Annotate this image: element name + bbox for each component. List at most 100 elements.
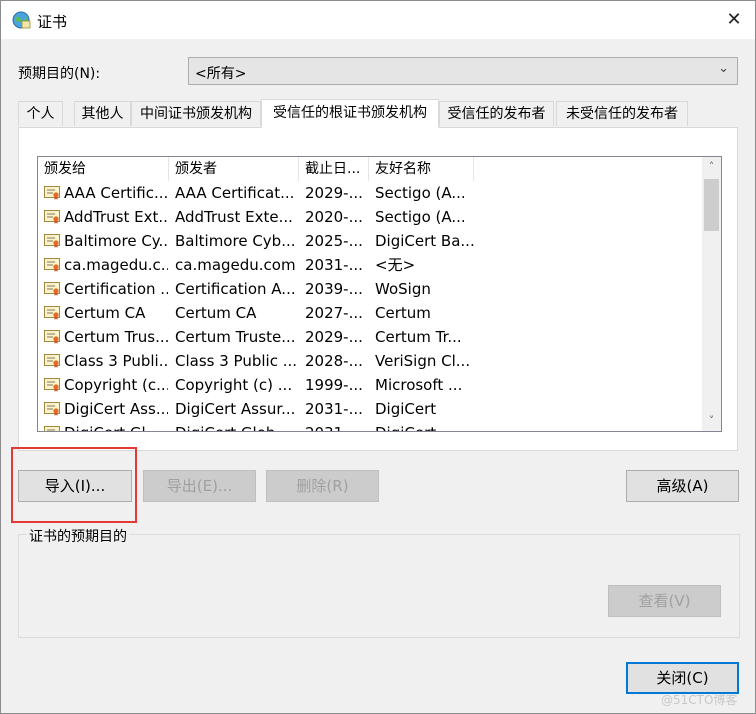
- table-cell: Baltimore Cyb...: [175, 232, 296, 250]
- table-row[interactable]: Certum CA Certum CA 2027-... Certum: [38, 301, 702, 325]
- table-cell: WoSign: [375, 280, 431, 298]
- tab-other-people[interactable]: 其他人: [74, 101, 131, 126]
- tab-untrusted-publishers[interactable]: 未受信任的发布者: [556, 101, 688, 126]
- table-cell: Class 3 Publi...: [64, 352, 168, 370]
- close-window-icon[interactable]: ✕: [717, 5, 751, 35]
- table-cell: 2039-...: [305, 280, 363, 298]
- table-row[interactable]: DigiCert Gl... DigiCert Glob... 2031-... Di…: [38, 421, 702, 431]
- certificate-icon: [44, 330, 60, 344]
- certificate-icon: [44, 234, 60, 248]
- table-cell: Certum: [375, 304, 431, 322]
- table-cell: ca.magedu.com: [175, 256, 296, 274]
- table-row[interactable]: ca.magedu.c... ca.magedu.com 2031-... <无>: [38, 253, 702, 277]
- table-cell: Certification A...: [175, 280, 296, 298]
- table-cell: ca.magedu.c...: [64, 256, 168, 274]
- table-cell: 1999-...: [305, 376, 363, 394]
- table-cell: VeriSign Cl...: [375, 352, 471, 370]
- table-cell: Sectigo (A...: [375, 208, 466, 226]
- table-cell: AAA Certificat...: [175, 184, 295, 202]
- table-cell: Certification ...: [64, 280, 168, 298]
- certificate-list[interactable]: 颁发给 颁发者 截止日... 友好名称 AAA Certific... AAA C…: [37, 156, 722, 432]
- advanced-button[interactable]: 高级(A): [626, 470, 739, 502]
- table-cell: Certum Truste...: [175, 328, 296, 346]
- tab-personal[interactable]: 个人: [18, 101, 63, 126]
- table-cell: 2029-...: [305, 184, 363, 202]
- table-cell: AddTrust Ext...: [64, 208, 168, 226]
- column-issued-by[interactable]: 颁发者: [169, 157, 299, 181]
- table-cell: 2031-...: [305, 256, 363, 274]
- table-row[interactable]: Baltimore Cy... Baltimore Cyb... 2025-... D…: [38, 229, 702, 253]
- table-row[interactable]: AddTrust Ext... AddTrust Exte... 2020-... S…: [38, 205, 702, 229]
- table-row[interactable]: Certification ... Certification A... 2039-…: [38, 277, 702, 301]
- intended-purpose-label: 预期目的(N):: [18, 66, 101, 82]
- close-button[interactable]: 关闭(C): [626, 662, 739, 694]
- column-issued-to[interactable]: 颁发给: [38, 157, 169, 181]
- table-row[interactable]: AAA Certific... AAA Certificat... 2029-...…: [38, 181, 702, 205]
- table-row[interactable]: Class 3 Publi... Class 3 Public ... 2028-.…: [38, 349, 702, 373]
- table-cell: AddTrust Exte...: [175, 208, 293, 226]
- table-cell: DigiCert Glob...: [175, 421, 297, 431]
- table-cell: Certum CA: [175, 304, 257, 322]
- table-cell: Certum Tr...: [375, 328, 462, 346]
- table-row[interactable]: Certum Trus... Certum Truste... 2029-... Ce…: [38, 325, 702, 349]
- view-button[interactable]: 查看(V): [608, 585, 721, 617]
- table-cell: AAA Certific...: [64, 184, 168, 202]
- table-cell: Certum Trus...: [64, 328, 168, 346]
- table-cell: DigiCert Gl...: [64, 421, 168, 431]
- table-cell: DigiCert Ass...: [64, 400, 168, 418]
- table-cell: DigiCert: [375, 421, 475, 431]
- table-cell: Copyright (c) ...: [175, 376, 293, 394]
- table-cell: Copyright (c...: [64, 376, 168, 394]
- table-cell: Class 3 Public ...: [175, 352, 297, 370]
- certificate-globe-icon: [12, 11, 31, 29]
- watermark: @51CTO博客: [661, 693, 738, 707]
- column-expiration[interactable]: 截止日...: [299, 157, 369, 181]
- scrollbar-thumb[interactable]: [704, 179, 719, 231]
- table-cell: DigiCert Ba...: [375, 232, 475, 250]
- remove-button[interactable]: 删除(R): [266, 470, 379, 502]
- intended-purpose-value: <所有>: [195, 66, 247, 82]
- tab-trusted-publishers[interactable]: 受信任的发布者: [439, 101, 554, 126]
- import-button[interactable]: 导入(I)...: [18, 470, 132, 502]
- certificate-icon: [44, 258, 60, 272]
- certificate-icon: [44, 282, 60, 296]
- chevron-down-icon[interactable]: ˅: [702, 411, 721, 431]
- table-cell: <无>: [375, 256, 416, 274]
- table-cell: Baltimore Cy...: [64, 232, 168, 250]
- vertical-scrollbar[interactable]: ˄ ˅: [702, 157, 721, 431]
- table-cell: 2031-...: [305, 400, 363, 418]
- table-cell: Microsoft ...: [375, 376, 463, 394]
- table-cell: 2031-...: [305, 421, 367, 431]
- table-cell: Sectigo (A...: [375, 184, 466, 202]
- table-cell: 2025-...: [305, 232, 363, 250]
- table-row[interactable]: DigiCert Ass... DigiCert Assur... 2031-...…: [38, 397, 702, 421]
- chevron-down-icon: ⌄: [718, 61, 729, 76]
- table-cell: 2028-...: [305, 352, 363, 370]
- intended-purpose-select[interactable]: <所有> ⌄: [188, 57, 738, 85]
- table-row[interactable]: Copyright (c... Copyright (c) ... 1999-...…: [38, 373, 702, 397]
- chevron-up-icon[interactable]: ˄: [702, 157, 721, 177]
- title-bar: 证书 ✕: [1, 1, 755, 39]
- table-cell: DigiCert: [375, 400, 437, 418]
- tab-trusted-root-ca[interactable]: 受信任的根证书颁发机构: [261, 99, 439, 128]
- table-cell: 2020-...: [305, 208, 363, 226]
- list-body: AAA Certific... AAA Certificat... 2029-...…: [38, 181, 702, 431]
- export-button[interactable]: 导出(E)...: [143, 470, 256, 502]
- certificate-icon: [44, 354, 60, 368]
- certificate-icon: [44, 210, 60, 224]
- table-cell: 2029-...: [305, 328, 363, 346]
- certificate-icon: [44, 426, 60, 431]
- certificate-icon: [44, 402, 60, 416]
- window-title: 证书: [37, 13, 68, 31]
- certificate-icon: [44, 378, 60, 392]
- certificate-icon: [44, 306, 60, 320]
- table-cell: 2027-...: [305, 304, 363, 322]
- certificate-icon: [44, 186, 60, 200]
- purposes-group-label: 证书的预期目的: [27, 526, 129, 546]
- tab-intermediate-ca[interactable]: 中间证书颁发机构: [131, 101, 261, 126]
- table-cell: Certum CA: [64, 304, 146, 322]
- table-cell: DigiCert Assur...: [175, 400, 296, 418]
- tab-panel: 颁发给 颁发者 截止日... 友好名称 AAA Certific... AAA C…: [18, 127, 738, 451]
- certificates-dialog: 证书 ✕ 预期目的(N): <所有> ⌄ 个人 其他人 中间证书颁发机构 受信任…: [0, 0, 756, 714]
- column-friendly-name[interactable]: 友好名称: [369, 157, 474, 181]
